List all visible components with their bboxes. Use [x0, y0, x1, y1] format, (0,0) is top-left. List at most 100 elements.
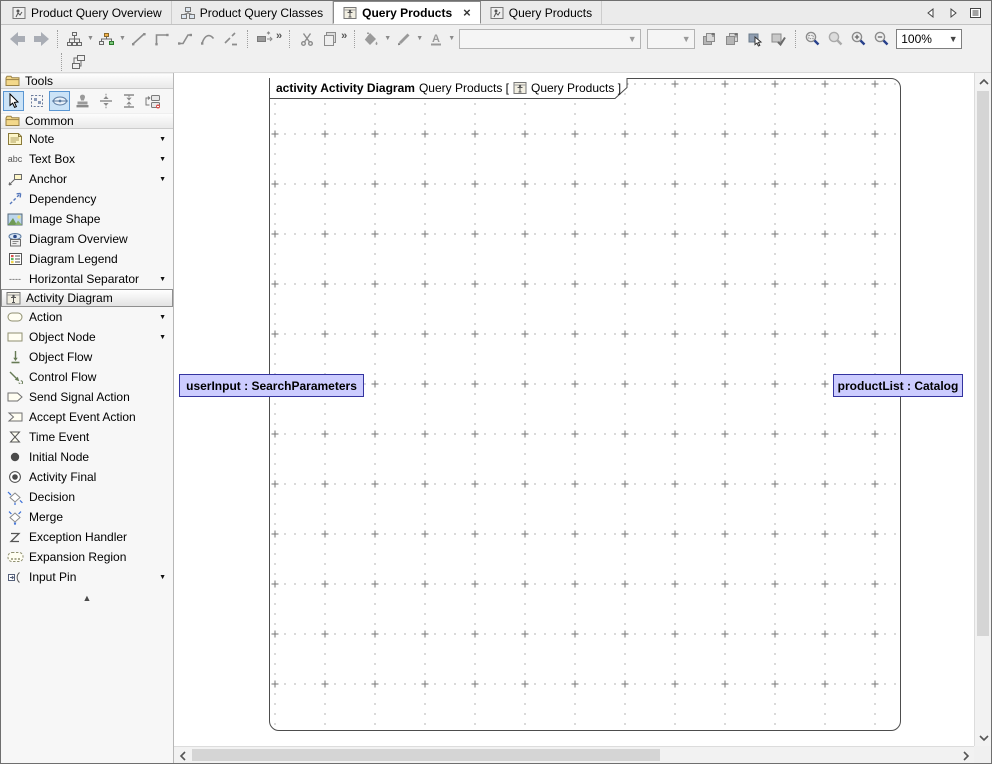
horizontal-scrollbar[interactable] — [174, 746, 974, 763]
chevron-down-icon[interactable]: ▼ — [447, 35, 456, 42]
chevron-down-icon[interactable]: ▼ — [383, 35, 392, 42]
swap-tool[interactable] — [141, 91, 162, 111]
link-tool[interactable] — [49, 91, 70, 111]
palette-item-anchor[interactable]: Anchor ▼ — [1, 169, 173, 189]
tab-query-products[interactable]: Query Products — [481, 1, 602, 24]
horizontal-compress-tool[interactable] — [118, 91, 139, 111]
vertical-scrollbar[interactable] — [974, 73, 991, 746]
scroll-down-button[interactable] — [975, 729, 992, 746]
palette-item-horizontal-separator[interactable]: ---- Horizontal Separator ▼ — [1, 269, 173, 289]
horizontal-scrollbar-thumb[interactable] — [192, 749, 660, 761]
select-symbol-button[interactable] — [744, 28, 767, 50]
paste-button[interactable] — [318, 28, 341, 50]
vertical-compress-tool[interactable] — [95, 91, 116, 111]
line-color-button[interactable] — [392, 28, 415, 50]
cut-button[interactable] — [295, 28, 318, 50]
fill-color-button[interactable] — [360, 28, 383, 50]
scroll-up-button[interactable] — [975, 73, 992, 90]
cut-icon — [299, 31, 315, 47]
tab-product-query-overview[interactable]: Product Query Overview — [3, 1, 172, 24]
overflow-chevron-icon[interactable]: » — [276, 30, 282, 42]
font-color-button[interactable]: A — [424, 28, 447, 50]
palette-item-diagram-legend[interactable]: Diagram Legend — [1, 249, 173, 269]
chevron-down-icon[interactable]: ▼ — [159, 136, 168, 143]
to-back-button[interactable] — [721, 28, 744, 50]
chevron-down-icon[interactable]: ▼ — [86, 35, 95, 42]
palette-item-control-flow[interactable]: Control Flow — [1, 367, 173, 387]
palette-item-decision[interactable]: Decision — [1, 487, 173, 507]
scroll-right-button[interactable] — [957, 747, 974, 764]
display-related-elements-button[interactable] — [67, 51, 90, 73]
palette-item-dependency[interactable]: Dependency — [1, 189, 173, 209]
palette-item-exception-handler[interactable]: Exception Handler — [1, 527, 173, 547]
zoom-in-button[interactable] — [847, 28, 870, 50]
palette-item-send-signal-action[interactable]: Send Signal Action — [1, 387, 173, 407]
stereotype-combo[interactable]: ▼ — [459, 29, 641, 49]
palette-item-expansion-region[interactable]: Expansion Region — [1, 547, 173, 567]
forward-button[interactable] — [29, 28, 52, 50]
zoom-level-combo[interactable]: 100%▼ — [896, 29, 962, 49]
path-custom-button[interactable] — [219, 28, 242, 50]
path-curved-button[interactable] — [196, 28, 219, 50]
activity-diagram-frame[interactable]: activity Activity Diagram Query Products… — [269, 78, 901, 731]
palette-item-time-event[interactable]: Time Event — [1, 427, 173, 447]
activity-parameter-node-userinput[interactable]: userInput : SearchParameters — [179, 374, 364, 397]
overflow-chevron-icon[interactable]: » — [341, 30, 347, 42]
palette-item-merge[interactable]: Merge — [1, 507, 173, 527]
previous-tab-icon[interactable] — [923, 5, 939, 21]
palette-item-input-pin[interactable]: Input Pin ▼ — [1, 567, 173, 587]
palette-item-accept-event-action[interactable]: Accept Event Action — [1, 407, 173, 427]
frame-name-label[interactable]: activity Activity Diagram Query Products… — [269, 78, 628, 100]
palette-item-text-box[interactable]: abc Text Box ▼ — [1, 149, 173, 169]
path-custom-icon — [223, 31, 239, 47]
scroll-down-icon — [979, 734, 989, 742]
chevron-down-icon[interactable]: ▼ — [159, 314, 168, 321]
palette-item-initial-node[interactable]: Initial Node — [1, 447, 173, 467]
palette-item-object-node[interactable]: Object Node ▼ — [1, 327, 173, 347]
close-icon[interactable]: × — [463, 6, 471, 19]
tab-query-products-active[interactable]: Query Products × — [333, 1, 481, 24]
diagram-canvas[interactable]: activity Activity Diagram Query Products… — [174, 73, 974, 746]
palette-item-activity-final[interactable]: Activity Final — [1, 467, 173, 487]
tab-product-query-classes[interactable]: Product Query Classes — [172, 1, 333, 24]
chevron-down-icon[interactable]: ▼ — [159, 334, 168, 341]
apply-style-button[interactable] — [767, 28, 790, 50]
back-button[interactable] — [6, 28, 29, 50]
chevron-down-icon[interactable]: ▼ — [159, 176, 168, 183]
chevron-down-icon[interactable]: ▼ — [159, 574, 168, 581]
path-rectilinear-button[interactable] — [150, 28, 173, 50]
next-tab-icon[interactable] — [945, 5, 961, 21]
marquee-tool[interactable] — [26, 91, 47, 111]
select-tool[interactable] — [3, 91, 24, 111]
path-oblique-button[interactable] — [173, 28, 196, 50]
vertical-scrollbar-thumb[interactable] — [977, 91, 989, 636]
activity-parameter-node-productlist[interactable]: productList : Catalog — [833, 374, 963, 397]
chevron-down-icon[interactable]: ▼ — [159, 276, 168, 283]
palette-scroll-up-button[interactable]: ▲ — [1, 587, 173, 603]
zoom-selection-button[interactable] — [824, 28, 847, 50]
chevron-down-icon[interactable]: ▼ — [118, 35, 127, 42]
palette-item-note[interactable]: Note ▼ — [1, 129, 173, 149]
palette-item-image-shape[interactable]: Image Shape — [1, 209, 173, 229]
palette-section-tools[interactable]: Tools — [1, 73, 173, 89]
related-elements-button[interactable] — [95, 28, 118, 50]
zoom-region-button[interactable] — [801, 28, 824, 50]
palette-item-diagram-overview[interactable]: Diagram Overview — [1, 229, 173, 249]
path-straight-button[interactable] — [127, 28, 150, 50]
palette-item-label: Note — [29, 132, 54, 146]
chevron-down-icon[interactable]: ▼ — [415, 35, 424, 42]
tab-list-icon[interactable] — [967, 5, 983, 21]
layout-structure-button[interactable] — [63, 28, 86, 50]
palette-item-object-flow[interactable]: Object Flow — [1, 347, 173, 367]
chevron-down-icon[interactable]: ▼ — [159, 156, 168, 163]
main-area: Tools Common Note ▼ abc — [1, 73, 991, 763]
zoom-out-button[interactable] — [870, 28, 893, 50]
palette-section-activity-diagram[interactable]: Activity Diagram — [1, 289, 173, 307]
sticky-tool[interactable] — [72, 91, 93, 111]
to-front-button[interactable] — [698, 28, 721, 50]
palette-item-action[interactable]: Action ▼ — [1, 307, 173, 327]
size-combo[interactable]: ▼ — [647, 29, 695, 49]
resize-to-fit-button[interactable] — [253, 28, 276, 50]
palette-section-common[interactable]: Common — [1, 113, 173, 129]
scroll-left-button[interactable] — [174, 747, 191, 764]
